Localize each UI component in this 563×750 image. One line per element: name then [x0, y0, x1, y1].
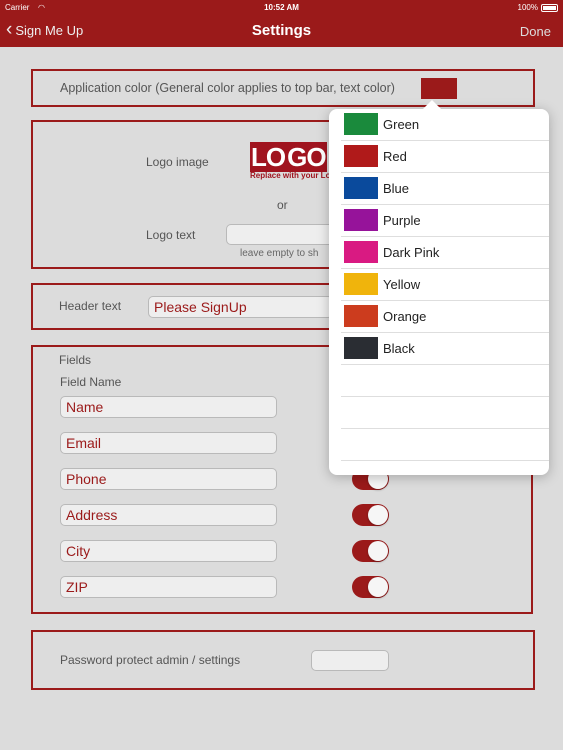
status-bar: Carrier ◠ 10:52 AM 100% — [0, 0, 563, 16]
field-name-column-label: Field Name — [60, 375, 122, 389]
field-city-input[interactable]: City — [60, 540, 277, 562]
color-option-yellow[interactable]: Yellow — [341, 269, 549, 301]
purple-swatch — [344, 209, 378, 231]
logo-image-label: Logo image — [146, 155, 209, 169]
popover-arrow — [423, 100, 441, 109]
header-text-label: Header text — [59, 299, 122, 313]
orange-swatch — [344, 305, 378, 327]
logo-text-input[interactable] — [226, 224, 336, 245]
field-name-input[interactable]: Name — [60, 396, 277, 418]
password-label: Password protect admin / settings — [60, 653, 241, 667]
field-phone-input[interactable]: Phone — [60, 468, 277, 490]
password-input[interactable] — [311, 650, 389, 671]
color-option-blue[interactable]: Blue — [341, 173, 549, 205]
color-option-black[interactable]: Black — [341, 333, 549, 365]
yellow-swatch — [344, 273, 378, 295]
logo-text-part1: LO — [250, 142, 286, 172]
black-swatch — [344, 337, 378, 359]
field-zip-toggle[interactable] — [352, 576, 389, 598]
field-zip-input[interactable]: ZIP — [60, 576, 277, 598]
color-option-label: Black — [383, 341, 415, 356]
field-city-toggle[interactable] — [352, 540, 389, 562]
field-address-input[interactable]: Address — [60, 504, 277, 526]
color-option-label: Yellow — [383, 277, 421, 292]
logo-image[interactable]: LOGO Replace with your Lo — [250, 142, 334, 184]
done-button[interactable]: Done — [520, 24, 551, 39]
color-picker-popover: Green Red Blue Purple Dark Pink Yellow O… — [329, 100, 549, 475]
color-option-dark-pink[interactable]: Dark Pink — [341, 237, 549, 269]
battery-icon — [541, 4, 558, 12]
fields-section-label: Fields — [59, 353, 92, 367]
color-option-label: Green — [383, 117, 420, 132]
logo-text-label: Logo text — [146, 228, 196, 242]
app-color-label: Application color (General color applies… — [60, 81, 395, 95]
field-address-toggle[interactable] — [352, 504, 389, 526]
empty-row — [341, 397, 549, 429]
logo-caption: Replace with your Lo — [250, 171, 331, 180]
or-label: or — [277, 198, 288, 212]
color-option-green[interactable]: Green — [341, 109, 549, 141]
color-option-label: Orange — [383, 309, 427, 324]
red-swatch — [344, 145, 378, 167]
page-title: Settings — [251, 22, 312, 39]
navigation-bar: ‹ Sign Me Up Settings Done — [0, 16, 563, 47]
battery-percent: 100% — [517, 3, 538, 12]
logo-text-part2: GO — [286, 142, 327, 172]
green-swatch — [344, 113, 378, 135]
color-option-label: Red — [383, 149, 407, 164]
clock: 10:52 AM — [264, 3, 299, 12]
field-email-input[interactable]: Email — [60, 432, 277, 454]
color-option-orange[interactable]: Orange — [341, 301, 549, 333]
color-option-purple[interactable]: Purple — [341, 205, 549, 237]
dark-pink-swatch — [344, 241, 378, 263]
color-option-red[interactable]: Red — [341, 141, 549, 173]
header-text-input[interactable]: Please SignUp — [148, 296, 333, 318]
color-option-label: Dark Pink — [383, 245, 440, 260]
logo-text-hint: leave empty to sh — [240, 248, 319, 259]
color-option-label: Blue — [383, 181, 410, 196]
empty-row — [341, 365, 549, 397]
blue-swatch — [344, 177, 378, 199]
app-color-swatch-button[interactable] — [421, 78, 457, 99]
empty-row — [341, 429, 549, 461]
color-option-label: Purple — [383, 213, 421, 228]
